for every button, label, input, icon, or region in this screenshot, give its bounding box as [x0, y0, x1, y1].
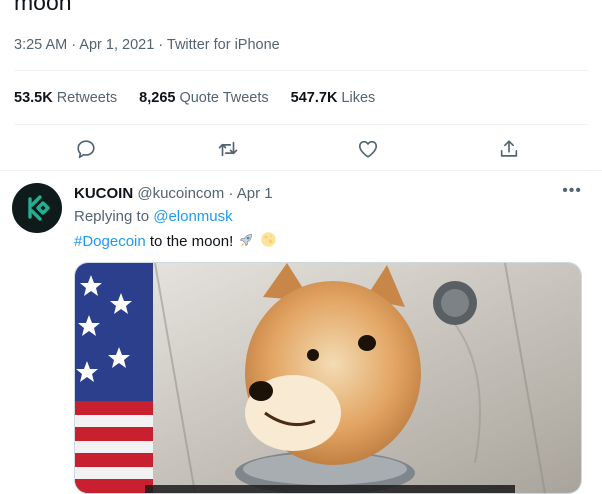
like-button[interactable]	[353, 134, 383, 164]
tweet-timestamp[interactable]: 3:25 AM · Apr 1, 2021	[14, 37, 154, 53]
tweet-media-image[interactable]	[74, 262, 582, 494]
quotes-label: Quote Tweets	[179, 90, 269, 106]
meta-separator: ·	[158, 37, 167, 53]
reply-display-name[interactable]: KUCOIN	[74, 185, 133, 202]
kucoin-logo-icon	[28, 195, 50, 221]
divider	[14, 124, 588, 125]
reply-text: #Dogecoin to the moon!	[74, 231, 277, 250]
tweet-stats: 53.5K Retweets 8,265 Quote Tweets 547.7K Li…	[14, 90, 375, 106]
reply-button[interactable]	[71, 134, 101, 164]
retweet-button[interactable]	[213, 134, 243, 164]
more-options-icon[interactable]: •••	[562, 182, 582, 200]
quotes-count: 8,265	[139, 90, 176, 106]
retweets-stat[interactable]: 53.5K Retweets	[14, 90, 117, 106]
likes-count: 547.7K	[290, 90, 338, 106]
reply-header: KUCOIN @kucoincom · Apr 1	[74, 184, 273, 204]
tweet-text: moon	[14, 0, 72, 15]
quotes-stat[interactable]: 8,265 Quote Tweets	[139, 90, 269, 106]
reply-separator: ·	[228, 185, 234, 202]
reply-handle[interactable]: @kucoincom	[137, 185, 224, 202]
tweet-source[interactable]: Twitter for iPhone	[167, 37, 280, 53]
hashtag-link[interactable]: #Dogecoin	[74, 233, 146, 250]
replying-to-line: Replying to @elonmusk	[74, 208, 233, 225]
doge-astronaut-image	[75, 263, 581, 493]
divider	[0, 170, 602, 171]
retweets-label: Retweets	[56, 90, 118, 106]
share-icon	[500, 140, 518, 157]
full-moon-icon	[260, 232, 276, 247]
avatar[interactable]	[12, 183, 62, 233]
tweet-actions	[0, 132, 602, 166]
mention-link[interactable]: @elonmusk	[153, 208, 232, 225]
rocket-icon	[240, 234, 253, 247]
reply-icon	[77, 140, 95, 159]
replying-to-label: Replying to	[74, 208, 150, 225]
reply-text-body: to the moon!	[149, 233, 234, 250]
likes-stat[interactable]: 547.7K Likes	[291, 90, 376, 106]
likes-label: Likes	[341, 90, 376, 106]
like-icon	[358, 140, 378, 158]
tweet-meta: 3:25 AM · Apr 1, 2021 · Twitter for iPho…	[14, 37, 280, 53]
retweet-icon	[218, 141, 238, 157]
divider	[14, 70, 588, 71]
share-button[interactable]	[494, 134, 524, 164]
reply-date[interactable]: Apr 1	[237, 185, 273, 202]
retweets-count: 53.5K	[14, 90, 53, 106]
